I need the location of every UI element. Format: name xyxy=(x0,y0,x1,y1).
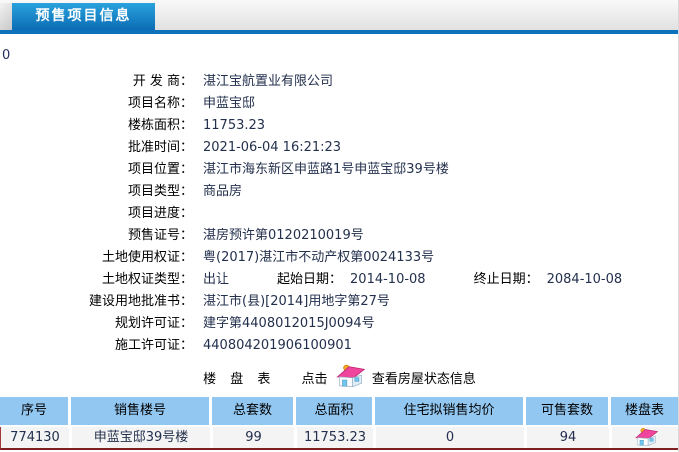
field-value: 湛房预许第0120210019号 xyxy=(203,228,364,243)
column-header: 楼盘表 xyxy=(611,397,678,425)
field-value: 2084-10-08 xyxy=(546,272,623,287)
field-label: 项目位置： xyxy=(127,162,193,177)
field-value: 申蓝宝邸 xyxy=(203,96,256,111)
form-row: 项目类型： 商品房 xyxy=(0,181,678,203)
field-label: 项目名称： xyxy=(127,96,193,111)
field-value: 2014-10-08 xyxy=(350,272,426,287)
form-row: 项目位置： 湛江市海东新区申蓝路1号申蓝宝邸39号楼 xyxy=(0,159,678,181)
form-row: 土地使用权证： 粤(2017)湛江市不动产权第0024133号 xyxy=(0,247,678,269)
form-row: 开 发 商： 湛江宝航置业有限公司 xyxy=(0,71,678,93)
field-label: 开 发 商： xyxy=(132,74,193,89)
view-house-status-label: 查看房屋状态信息 xyxy=(371,372,476,387)
click-label: 点击 xyxy=(301,372,328,387)
form-row: 施工许可证： 440804201906100901 xyxy=(0,335,678,357)
tab-bar-left-stub xyxy=(0,3,12,30)
field-label: 土地权证类型： xyxy=(101,272,193,287)
project-detail-form: 开 发 商： 湛江宝航置业有限公司 项目名称： 申蓝宝邸 楼栋面积： 11753.23 批准… xyxy=(0,71,678,357)
form-row: 建设用地批准书： 湛江市(县)[2014]用地字第27号 xyxy=(0,291,678,313)
table-cell: 774130 xyxy=(1,427,69,448)
tab-bar: 预售项目信息 xyxy=(0,0,678,30)
table-header-row: 序号 销售楼号 总套数 总面积 住宅拟销售均价 可售套数 楼盘表 xyxy=(0,397,678,425)
column-header: 总套数 xyxy=(212,397,293,425)
field-value: 2021-06-04 16:21:23 xyxy=(203,140,342,155)
presale-project-info-page: 预售项目信息 0 开 发 商： 湛江宝航置业有限公司 项目名称： 申蓝宝邸 楼栋面积： 1… xyxy=(0,0,679,452)
stray-zero-text: 0 xyxy=(2,48,11,63)
field-label: 土地使用权证： xyxy=(101,250,193,265)
tab-presale-project-info[interactable]: 预售项目信息 xyxy=(12,3,155,30)
column-header: 总面积 xyxy=(296,397,372,425)
building-table-title: 楼 盘 表 xyxy=(203,372,276,387)
field-value: 商品房 xyxy=(203,184,243,199)
form-row: 批准时间： 2021-06-04 16:21:23 xyxy=(0,137,678,159)
field-value: 湛江宝航置业有限公司 xyxy=(203,74,334,89)
field-label: 项目进度： xyxy=(127,206,193,221)
column-header: 可售套数 xyxy=(526,397,608,425)
field-value: 湛江市海东新区申蓝路1号申蓝宝邸39号楼 xyxy=(203,162,449,177)
column-header: 销售楼号 xyxy=(71,397,209,425)
house-icon[interactable] xyxy=(633,427,659,451)
house-icon[interactable] xyxy=(334,363,366,400)
field-value: 湛江市(县)[2014]用地字第27号 xyxy=(203,294,390,309)
presale-buildings-table: 序号 销售楼号 总套数 总面积 住宅拟销售均价 可售套数 楼盘表 774130 申蓝宝邸39号… xyxy=(0,397,678,451)
table-cell: 99 xyxy=(213,427,294,448)
form-row: 规划许可证： 建字第4408012015J0094号 xyxy=(0,313,678,335)
table-cell: 0 xyxy=(376,427,524,448)
field-value: 粤(2017)湛江市不动产权第0024133号 xyxy=(203,250,435,265)
field-label: 楼栋面积： xyxy=(127,118,193,133)
form-row: 预售证号： 湛房预许第0120210019号 xyxy=(0,225,678,247)
table-cell: 11753.23 xyxy=(297,427,373,448)
form-row: 项目名称： 申蓝宝邸 xyxy=(0,93,678,115)
field-label: 施工许可证： xyxy=(114,338,193,353)
form-row: 项目进度： xyxy=(0,203,678,225)
building-table-caption: 楼 盘 表 点击 查看房屋状态信息 xyxy=(0,363,678,391)
form-row: 土地权证类型： 出让 起始日期： 2014-10-08 终止日期： 2084-10-08 xyxy=(0,269,678,291)
field-label: 预售证号： xyxy=(127,228,193,243)
field-label: 终止日期： xyxy=(473,272,539,287)
field-label: 起始日期： xyxy=(277,272,343,287)
field-label: 建设用地批准书： xyxy=(88,294,193,309)
field-value: 440804201906100901 xyxy=(203,338,352,353)
field-value: 出让 xyxy=(203,272,230,287)
column-header: 住宅拟销售均价 xyxy=(375,397,523,425)
table-cell: 94 xyxy=(527,427,609,448)
column-header: 序号 xyxy=(0,397,68,425)
table-cell: 申蓝宝邸39号楼 xyxy=(72,427,210,448)
form-row: 楼栋面积： 11753.23 xyxy=(0,115,678,137)
tab-underline xyxy=(0,30,678,34)
field-label: 项目类型： xyxy=(127,184,193,199)
table-row: 774130 申蓝宝邸39号楼 99 11753.23 0 94 xyxy=(1,427,678,451)
table-cell-building-table xyxy=(612,427,678,451)
field-value: 建字第4408012015J0094号 xyxy=(203,316,375,331)
field-label: 规划许可证： xyxy=(114,316,193,331)
field-value: 11753.23 xyxy=(203,118,266,133)
field-label: 批准时间： xyxy=(127,140,193,155)
